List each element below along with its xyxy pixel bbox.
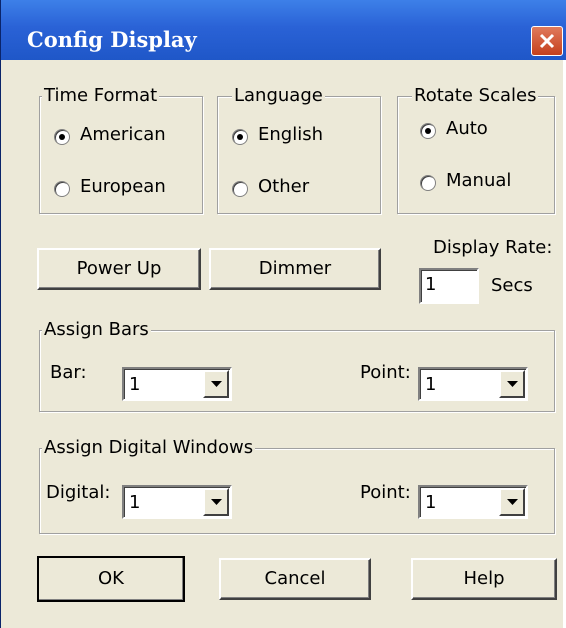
close-icon: [539, 33, 555, 49]
digital-point-label: Point:: [360, 482, 411, 503]
radio-manual-circle[interactable]: [420, 175, 436, 191]
chevron-down-icon: [507, 381, 518, 387]
digital-select[interactable]: 1: [122, 485, 232, 519]
assign-bars-legend: Assign Bars: [42, 318, 151, 342]
radio-auto-circle[interactable]: [420, 123, 436, 139]
radio-other-label: Other: [258, 176, 310, 197]
chevron-down-icon: [211, 499, 222, 505]
help-button[interactable]: Help: [411, 558, 557, 600]
close-button[interactable]: [531, 26, 563, 56]
radio-english-circle[interactable]: [232, 129, 248, 145]
display-rate-label: Display Rate:: [433, 237, 553, 258]
display-rate-unit: Secs: [491, 275, 533, 296]
bar-point-label: Point:: [360, 362, 411, 383]
bar-point-select-value: 1: [425, 374, 437, 395]
assign-digital-legend: Assign Digital Windows: [42, 436, 256, 460]
config-display-dialog: Config Display Time Format American Euro…: [0, 0, 566, 628]
language-group: Language English Other: [217, 84, 381, 214]
digital-dropdown-button[interactable]: [203, 488, 229, 516]
time-format-group: Time Format American European: [39, 84, 203, 214]
dimmer-button[interactable]: Dimmer: [209, 248, 381, 290]
digital-point-select-value: 1: [425, 492, 437, 513]
language-legend: Language: [232, 84, 325, 108]
radio-auto-label: Auto: [446, 118, 488, 139]
window-title: Config Display: [27, 27, 197, 52]
bar-label: Bar:: [50, 362, 87, 383]
rotate-scales-legend: Rotate Scales: [412, 84, 539, 108]
radio-american-label: American: [80, 124, 166, 145]
assign-bars-group: Assign Bars Bar: 1 Point: 1: [39, 318, 555, 412]
radio-manual-label: Manual: [446, 170, 512, 191]
bar-dropdown-button[interactable]: [203, 370, 229, 398]
radio-other-circle[interactable]: [232, 181, 248, 197]
chevron-down-icon: [211, 381, 222, 387]
digital-point-dropdown-button[interactable]: [499, 488, 525, 516]
power-up-button[interactable]: Power Up: [37, 248, 201, 290]
time-format-legend: Time Format: [42, 84, 160, 108]
cancel-button[interactable]: Cancel: [219, 558, 371, 600]
radio-european-label: European: [80, 176, 166, 197]
title-bar[interactable]: Config Display: [1, 0, 566, 60]
digital-select-value: 1: [129, 492, 141, 513]
bar-select[interactable]: 1: [122, 367, 232, 401]
assign-digital-group: Assign Digital Windows Digital: 1 Point:…: [39, 436, 555, 534]
display-rate-input[interactable]: 1: [419, 268, 479, 304]
chevron-down-icon: [507, 499, 518, 505]
radio-english-label: English: [258, 124, 323, 145]
rotate-scales-group: Rotate Scales Auto Manual: [397, 84, 555, 214]
digital-point-select[interactable]: 1: [418, 485, 528, 519]
bar-point-select[interactable]: 1: [418, 367, 528, 401]
digital-label: Digital:: [46, 482, 111, 503]
radio-american-circle[interactable]: [54, 129, 70, 145]
bar-point-dropdown-button[interactable]: [499, 370, 525, 398]
radio-european-circle[interactable]: [54, 181, 70, 197]
bar-select-value: 1: [129, 374, 141, 395]
ok-button[interactable]: OK: [37, 556, 185, 602]
